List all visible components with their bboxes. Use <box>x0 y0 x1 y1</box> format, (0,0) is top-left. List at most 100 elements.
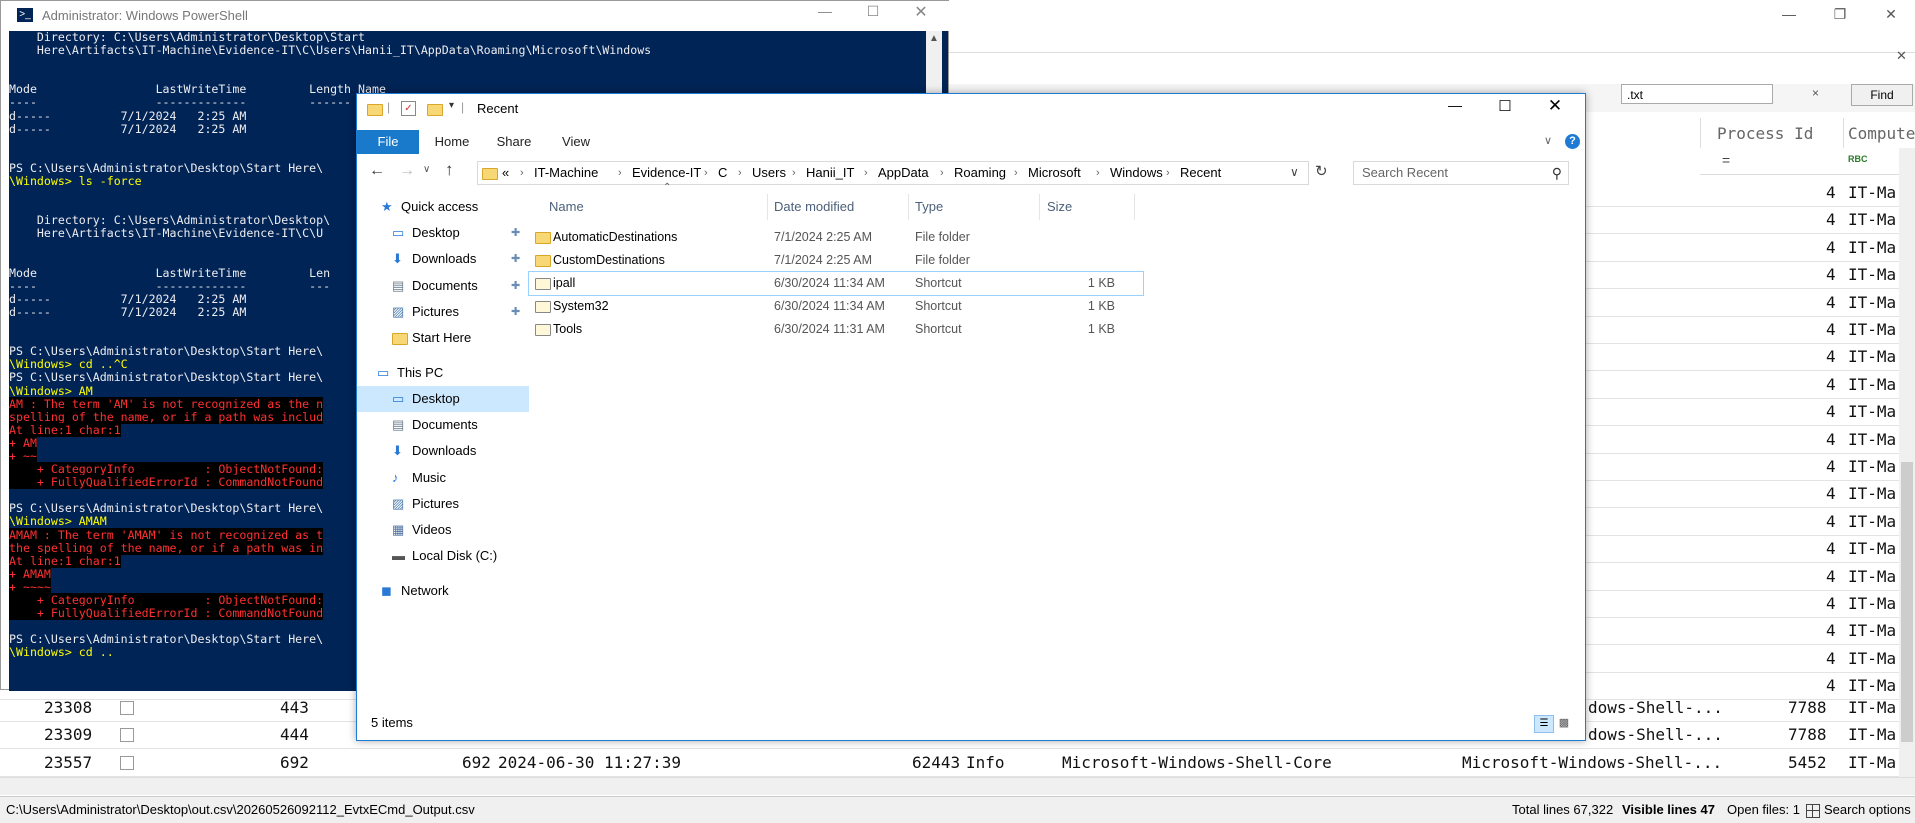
recent-locations-icon[interactable]: ∨ <box>423 164 430 175</box>
chevron-right-icon[interactable]: › <box>704 162 708 184</box>
bg-search-clear-icon[interactable]: × <box>1812 86 1826 102</box>
tab-file[interactable]: File <box>357 130 419 154</box>
help-icon[interactable]: ? <box>1565 134 1580 149</box>
col-computer[interactable]: Compute <box>1848 122 1915 146</box>
breadcrumb-item[interactable]: Microsoft <box>1028 162 1081 184</box>
sidebar-item-desktop[interactable]: ▭ Desktop <box>357 386 529 412</box>
forward-button[interactable]: → <box>399 162 415 180</box>
bg-restore-button[interactable]: ❐ <box>1820 4 1860 24</box>
chevron-right-icon[interactable]: › <box>738 162 742 184</box>
sidebar-item-documents[interactable]: ▤ Documents <box>357 412 529 438</box>
new-folder-icon[interactable] <box>427 102 443 116</box>
sidebar-item-downloads[interactable]: ⬇ Downloads ✚ <box>357 246 529 272</box>
tab-view[interactable]: View <box>547 130 605 154</box>
bg-tab-close-icon[interactable]: ✕ <box>1896 48 1907 64</box>
sidebar-item-label: Downloads <box>412 251 477 266</box>
bg-minimize-button[interactable]: — <box>1769 4 1809 24</box>
sidebar-item-network[interactable]: ◼ Network <box>357 578 529 604</box>
column-date-modified[interactable]: Date modified <box>774 194 904 220</box>
ribbon-tabs: File Home Share View ∨ ? <box>357 130 1585 154</box>
column-type[interactable]: Type <box>915 194 1035 220</box>
refresh-icon[interactable]: ↻ <box>1315 162 1328 180</box>
sidebar-item-pictures[interactable]: ▨ Pictures ✚ <box>357 299 529 325</box>
row-checkbox[interactable] <box>120 728 134 742</box>
ps-minimize-button[interactable]: — <box>813 3 837 19</box>
bg-find-button[interactable]: Find <box>1851 84 1913 106</box>
breadcrumb-item[interactable]: Users <box>752 162 786 184</box>
chevron-right-icon[interactable]: › <box>940 162 944 184</box>
filter-equals-icon[interactable]: = <box>1722 152 1730 168</box>
breadcrumb-item[interactable]: Windows <box>1110 162 1163 184</box>
search-options-button[interactable]: Search options <box>1806 797 1911 823</box>
grid-horizontal-scrollbar[interactable] <box>0 777 1915 795</box>
powershell-titlebar[interactable]: >_ Administrator: Windows PowerShell — ☐… <box>1 1 950 31</box>
file-date: 6/30/2024 11:34 AM <box>774 276 885 290</box>
scroll-up-icon[interactable]: ▲ <box>929 33 939 44</box>
cell-pid: 4 <box>1826 539 1836 559</box>
breadcrumb-item[interactable]: C <box>718 162 727 184</box>
chevron-right-icon[interactable]: › <box>1096 162 1100 184</box>
breadcrumb-item[interactable]: Recent <box>1180 162 1221 184</box>
large-icons-view-button[interactable]: ▩ <box>1555 715 1573 731</box>
list-item[interactable]: Tools 6/30/2024 11:31 AM Shortcut 1 KB <box>529 318 1143 341</box>
sidebar-item-pictures[interactable]: ▨ Pictures <box>357 491 529 517</box>
bg-close-button[interactable]: ✕ <box>1871 4 1911 24</box>
back-button[interactable]: ← <box>369 162 385 180</box>
chevron-right-icon[interactable]: › <box>864 162 868 184</box>
breadcrumb-item[interactable]: IT-Machine <box>534 162 598 184</box>
cell-pid: 4 <box>1826 183 1836 202</box>
scroll-thumb[interactable] <box>1901 462 1913 742</box>
sidebar-item-music[interactable]: ♪ Music <box>357 465 529 491</box>
ps-close-button[interactable]: ✕ <box>909 2 933 22</box>
col-process-id[interactable]: Process Id <box>1717 122 1813 146</box>
tab-share[interactable]: Share <box>485 130 543 154</box>
chevron-right-icon[interactable]: › <box>1014 162 1018 184</box>
breadcrumb-overflow[interactable]: « <box>502 162 509 184</box>
list-item[interactable]: CustomDestinations 7/1/2024 2:25 AM File f… <box>529 249 1143 272</box>
qat-dropdown-icon[interactable]: ▾ <box>449 100 454 111</box>
breadcrumb-item[interactable]: Roaming <box>954 162 1006 184</box>
bg-search-input[interactable]: .txt <box>1621 84 1773 104</box>
tab-home[interactable]: Home <box>423 130 481 154</box>
filter-text-icon[interactable]: RBC <box>1848 154 1868 164</box>
details-view-button[interactable]: ☰ <box>1534 715 1554 733</box>
grid-vertical-scrollbar[interactable] <box>1899 148 1915 777</box>
column-name[interactable]: Name <box>549 194 763 220</box>
sidebar-item-videos[interactable]: ▦ Videos <box>357 517 529 543</box>
search-input[interactable]: Search Recent ⚲ <box>1353 161 1569 185</box>
ps-maximize-button[interactable]: ☐ <box>861 3 885 20</box>
breadcrumb-item[interactable]: AppData <box>878 162 929 184</box>
address-dropdown-icon[interactable]: ∨ <box>1290 165 1299 179</box>
sidebar-item-quick-access[interactable]: ★ Quick access <box>357 194 529 220</box>
sidebar-item-local-disk-c[interactable]: ▬ Local Disk (C:) <box>357 543 529 569</box>
breadcrumb-item[interactable]: Hanii_IT <box>806 162 854 184</box>
column-size[interactable]: Size <box>1047 194 1117 220</box>
table-row[interactable]: 23557 692 692 2024-06-30 11:27:39 62443 … <box>0 749 1915 777</box>
chevron-right-icon[interactable]: › <box>792 162 796 184</box>
sidebar-item-this-pc[interactable]: ▭ This PC <box>357 360 529 386</box>
cell-line2: 692 <box>462 753 491 772</box>
list-item[interactable]: System32 6/30/2024 11:34 AM Shortcut 1 KB <box>529 295 1143 318</box>
sidebar-item-downloads[interactable]: ⬇ Downloads <box>357 438 529 464</box>
chevron-right-icon[interactable]: › <box>618 162 622 184</box>
list-item[interactable]: ipall 6/30/2024 11:34 AM Shortcut 1 KB <box>528 271 1144 296</box>
address-bar[interactable]: «› IT-Machine › Evidence-IT › C › Users › Hanii_I… <box>477 161 1309 185</box>
sidebar-item-documents[interactable]: ▤ Documents ✚ <box>357 273 529 299</box>
sidebar-item-desktop[interactable]: ▭ Desktop ✚ <box>357 220 529 246</box>
ex-close-button[interactable]: ✕ <box>1543 96 1567 116</box>
chevron-right-icon[interactable]: › <box>520 162 524 184</box>
ex-minimize-button[interactable]: — <box>1443 97 1467 113</box>
explorer-titlebar[interactable]: | ✓ ▾ | Recent — ☐ ✕ <box>357 94 1585 124</box>
up-button[interactable]: ↑ <box>445 160 454 180</box>
sidebar-item-start-here[interactable]: Start Here <box>357 325 529 351</box>
ribbon-expand-icon[interactable]: ∨ <box>1544 134 1552 147</box>
row-checkbox[interactable] <box>120 756 134 770</box>
explorer-window[interactable]: | ✓ ▾ | Recent — ☐ ✕ File Home Share Vie… <box>356 93 1586 741</box>
chevron-right-icon[interactable]: › <box>1166 162 1170 184</box>
ex-maximize-button[interactable]: ☐ <box>1493 97 1517 115</box>
file-name: Tools <box>553 322 583 336</box>
properties-icon[interactable]: ✓ <box>401 101 416 116</box>
list-item[interactable]: AutomaticDestinations 7/1/2024 2:25 AM Fil… <box>529 226 1143 249</box>
breadcrumb-item[interactable]: Evidence-IT <box>632 162 701 184</box>
row-checkbox[interactable] <box>120 701 134 715</box>
